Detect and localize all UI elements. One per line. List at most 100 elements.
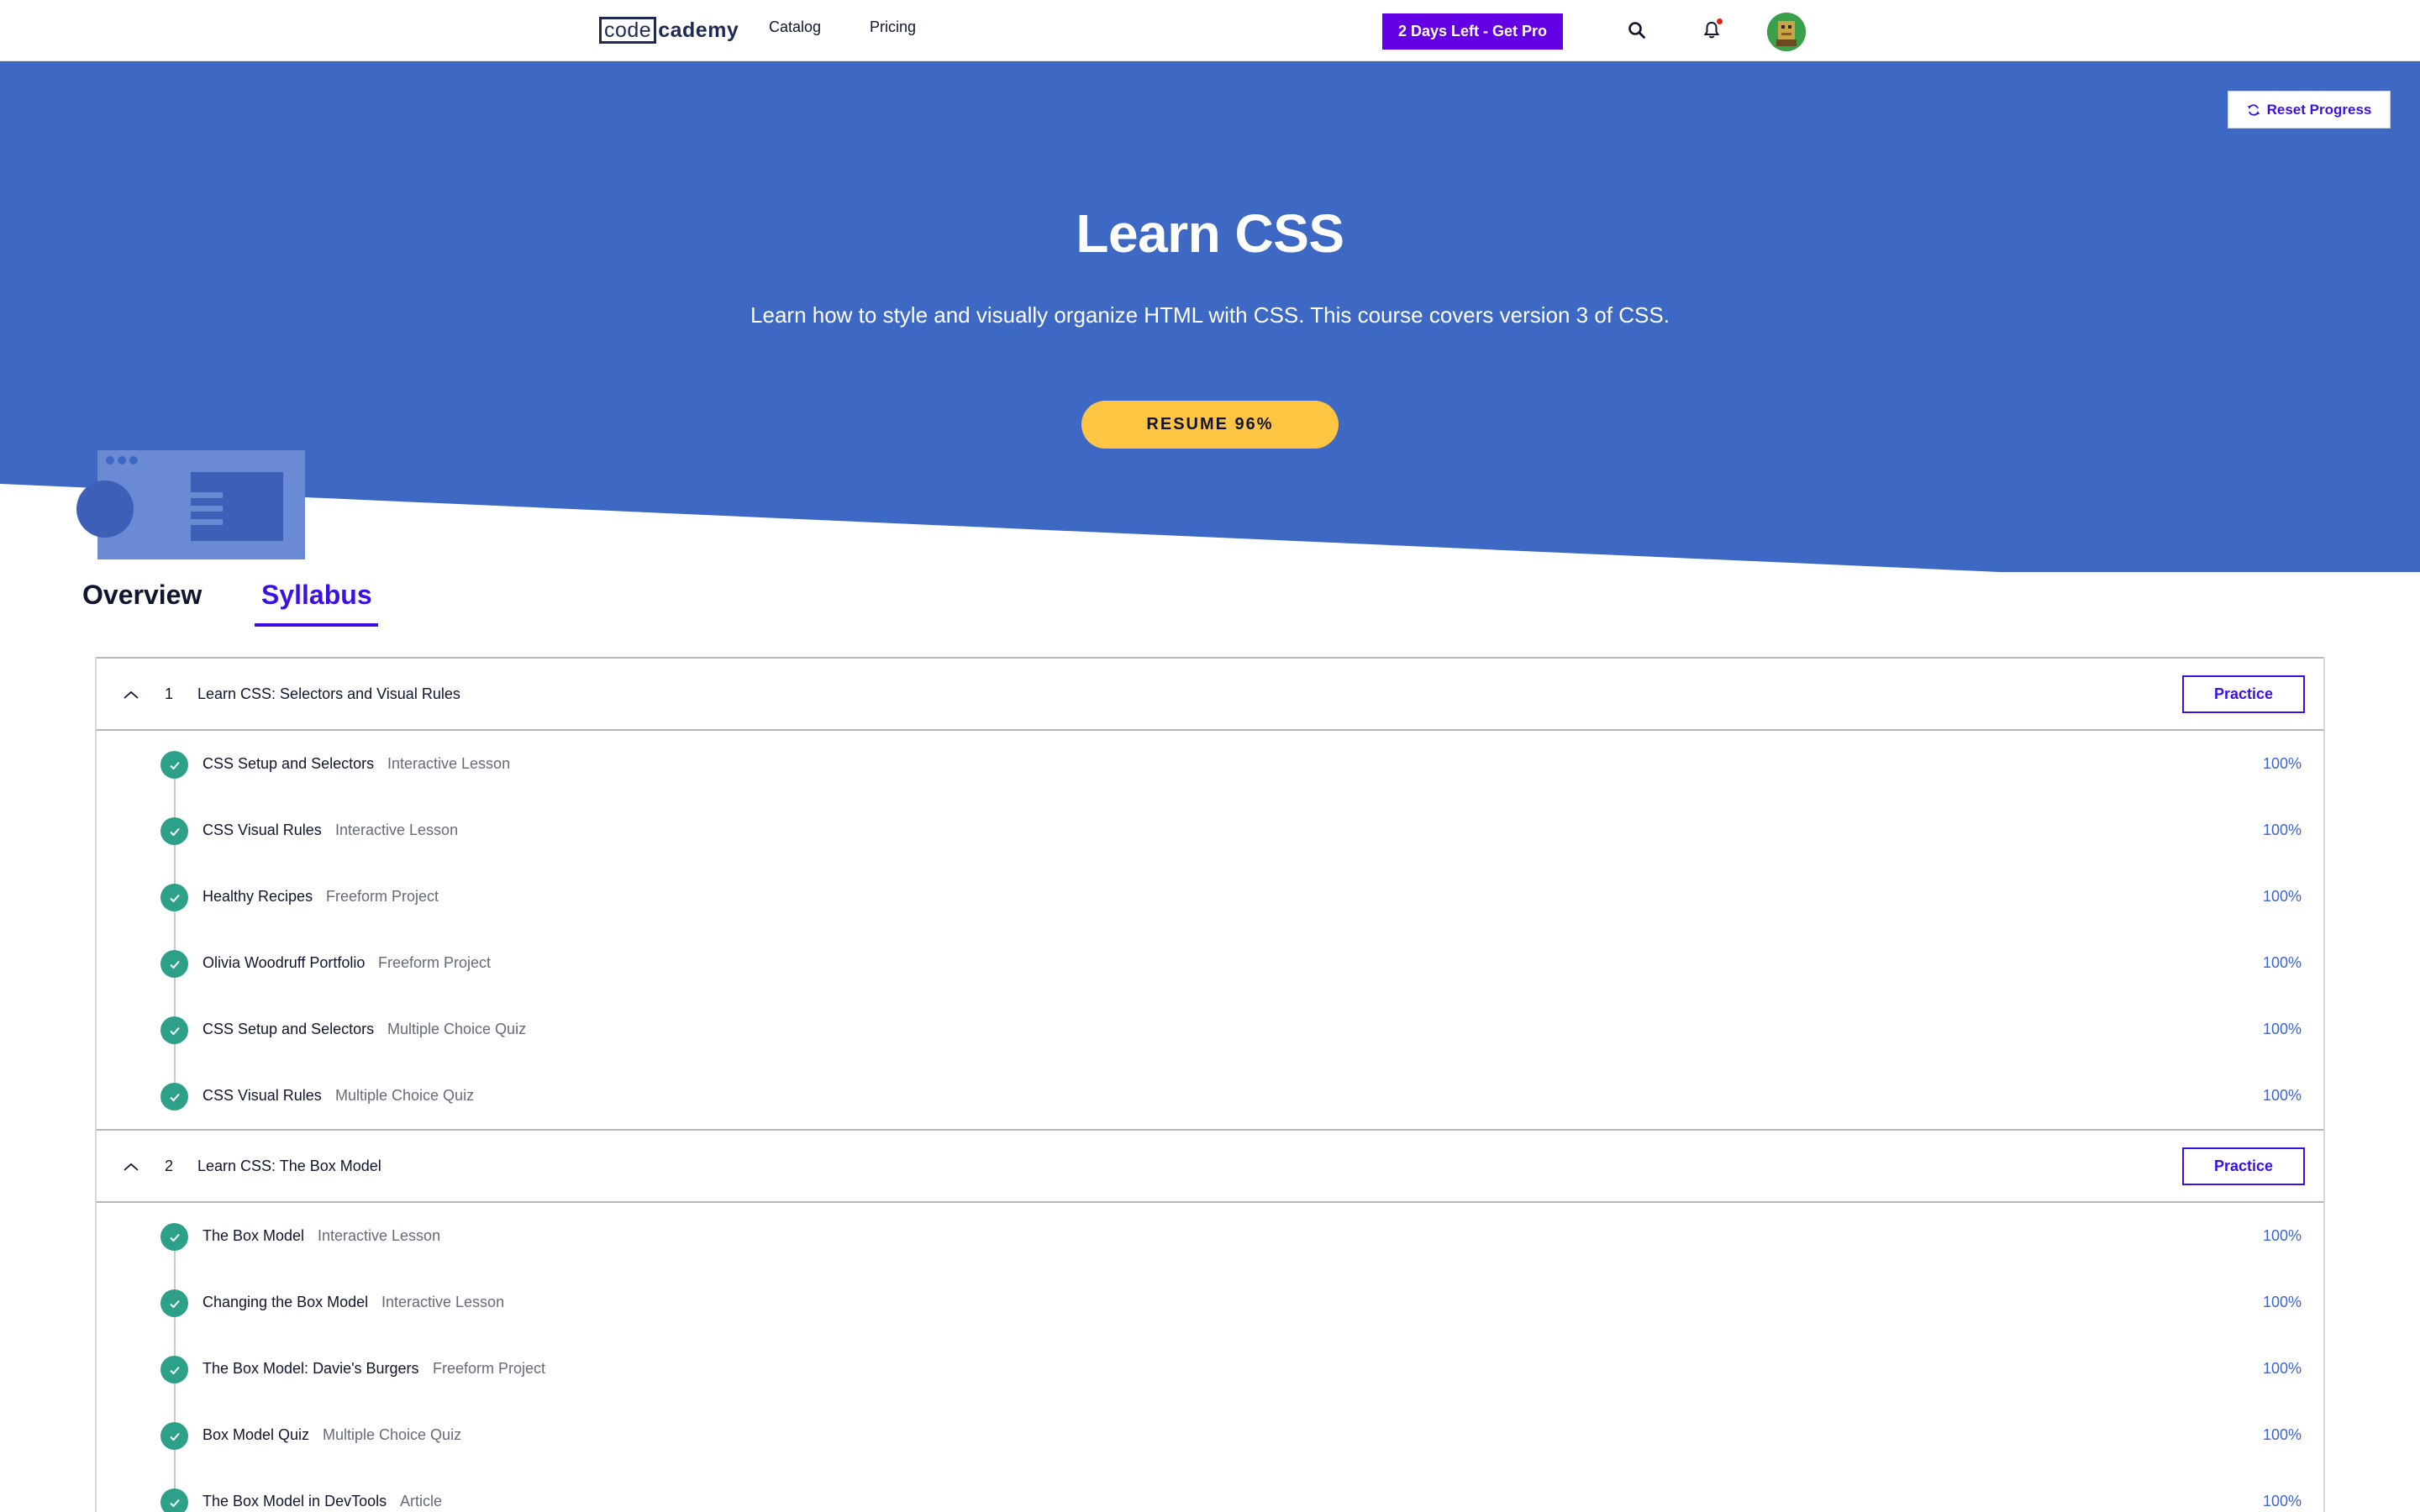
notification-dot [1717, 18, 1723, 24]
course-title: Learn CSS [1076, 203, 1344, 264]
item-type: Freeform Project [433, 1360, 546, 1377]
item-progress-percent: 100% [2262, 888, 2302, 905]
syllabus-item[interactable]: CSS Setup and Selectors 100% Multiple Choi… [97, 996, 2323, 1063]
chevron-up-icon [124, 690, 139, 699]
logo-code-text: code [599, 17, 657, 44]
collapse-module-button[interactable] [122, 1158, 140, 1176]
nav-link-catalog[interactable]: Catalog [769, 18, 821, 36]
checkmark-icon [169, 1366, 180, 1374]
nav-link-pricing[interactable]: Pricing [870, 18, 916, 36]
module-items: The Box Model 100% Interactive Lesson Chang… [97, 1203, 2323, 1512]
syllabus-item[interactable]: Olivia Woodruff Portfolio 100% Freeform Pr… [97, 930, 2323, 996]
item-type: Interactive Lesson [387, 755, 511, 772]
reset-progress-label: Reset Progress [2266, 101, 2372, 118]
module-title: Learn CSS: The Box Model [197, 1158, 381, 1174]
completed-check [160, 1083, 188, 1110]
item-progress-percent: 100% [2262, 1227, 2302, 1244]
module-items: CSS Setup and Selectors 100% Interactive L… [97, 731, 2323, 1129]
item-type: Interactive Lesson [381, 1294, 505, 1310]
syllabus-item[interactable]: The Box Model: Davie's Burgers 100% Freefo… [97, 1336, 2323, 1402]
item-title: Olivia Woodruff Portfolio [203, 954, 366, 971]
completed-check [160, 751, 188, 779]
module-number: 1 [165, 685, 174, 702]
checkmark-icon [169, 1026, 180, 1035]
tab-overview[interactable]: Overview [82, 580, 202, 611]
item-title: The Box Model in DevTools [203, 1493, 387, 1509]
checkmark-icon [169, 761, 180, 769]
syllabus-item[interactable]: CSS Setup and Selectors 100% Interactive L… [97, 731, 2323, 797]
syllabus-item[interactable]: The Box Model 100% Interactive Lesson [97, 1203, 2323, 1269]
syllabus-item[interactable]: Healthy Recipes 100% Freeform Project [97, 864, 2323, 930]
completed-check [160, 1356, 188, 1383]
item-title: CSS Visual Rules [203, 1087, 322, 1104]
checkmark-icon [169, 960, 180, 969]
syllabus-item[interactable]: CSS Visual Rules 100% Interactive Lesson [97, 797, 2323, 864]
logo-cademy-text: cademy [658, 18, 739, 42]
completed-check [160, 1422, 188, 1450]
syllabus-module: 1 Learn CSS: Selectors and Visual Rules Pr… [97, 657, 2323, 1129]
syllabus-list: 1 Learn CSS: Selectors and Visual Rules Pr… [95, 657, 2325, 1512]
completed-check [160, 950, 188, 978]
search-icon [1628, 22, 1645, 39]
syllabus-item[interactable]: CSS Visual Rules 100% Multiple Choice Quiz [97, 1063, 2323, 1129]
item-progress-percent: 100% [2262, 1493, 2302, 1509]
avatar-image [1767, 13, 1806, 51]
item-title: Box Model Quiz [203, 1426, 310, 1443]
syllabus-module: 2 Learn CSS: The Box Model Practice The Box… [97, 1129, 2323, 1512]
top-navbar: code cademy Catalog Pricing 2 Days Left … [0, 0, 2420, 61]
search-button[interactable] [1620, 13, 1654, 47]
checkmark-icon [169, 1093, 180, 1101]
item-title: CSS Visual Rules [203, 822, 322, 838]
item-progress-percent: 100% [2262, 1360, 2302, 1377]
refresh-icon [2247, 103, 2260, 116]
checkmark-icon [169, 1233, 180, 1242]
completed-check [160, 1289, 188, 1317]
syllabus-item[interactable]: Box Model Quiz 100% Multiple Choice Quiz [97, 1402, 2323, 1468]
tab-syllabus[interactable]: Syllabus [261, 580, 372, 611]
item-progress-percent: 100% [2262, 822, 2302, 838]
item-title: CSS Setup and Selectors [203, 755, 375, 772]
item-title: The Box Model: Davie's Burgers [203, 1360, 419, 1377]
checkmark-icon [169, 1299, 180, 1308]
item-title: The Box Model [203, 1227, 305, 1244]
codecademy-logo[interactable]: code cademy [599, 16, 739, 45]
course-hero: Learn CSS Learn how to style and visuall… [0, 61, 2420, 573]
checkmark-icon [169, 1432, 180, 1441]
collapse-module-button[interactable] [122, 685, 140, 704]
checkmark-icon [169, 894, 180, 902]
item-title: CSS Setup and Selectors [203, 1021, 375, 1037]
module-header[interactable]: 1 Learn CSS: Selectors and Visual Rules Pr… [97, 657, 2323, 731]
item-progress-percent: 100% [2262, 1087, 2302, 1104]
item-type: Multiple Choice Quiz [387, 1021, 527, 1037]
item-type: Interactive Lesson [318, 1227, 441, 1244]
notifications-button[interactable] [1695, 13, 1728, 47]
syllabus-item[interactable]: Changing the Box Model 100% Interactive Le… [97, 1269, 2323, 1336]
resume-course-button[interactable]: RESUME 96% [1081, 401, 1339, 449]
completed-check [160, 884, 188, 911]
item-type: Multiple Choice Quiz [335, 1087, 475, 1104]
item-type: Multiple Choice Quiz [323, 1426, 462, 1443]
practice-button[interactable]: Practice [2182, 1147, 2305, 1185]
browser-illustration [76, 450, 305, 559]
course-description: Learn how to style and visually organize… [750, 302, 1670, 328]
reset-progress-button[interactable]: Reset Progress [2228, 91, 2391, 129]
get-pro-button[interactable]: 2 Days Left - Get Pro [1382, 13, 1563, 50]
item-type: Freeform Project [326, 888, 439, 905]
practice-button[interactable]: Practice [2182, 675, 2305, 713]
syllabus-item[interactable]: The Box Model in DevTools 100% Article [97, 1468, 2323, 1512]
item-title: Changing the Box Model [203, 1294, 369, 1310]
completed-check [160, 1223, 188, 1251]
module-number: 2 [165, 1158, 174, 1174]
module-header[interactable]: 2 Learn CSS: The Box Model Practice [97, 1129, 2323, 1203]
active-tab-indicator [255, 623, 378, 627]
completed-check [160, 1488, 188, 1512]
item-progress-percent: 100% [2262, 755, 2302, 772]
checkmark-icon [169, 827, 180, 836]
checkmark-icon [169, 1499, 180, 1507]
completed-check [160, 1016, 188, 1044]
item-progress-percent: 100% [2262, 1021, 2302, 1037]
item-progress-percent: 100% [2262, 1294, 2302, 1310]
item-type: Freeform Project [378, 954, 492, 971]
avatar[interactable] [1767, 13, 1806, 51]
item-progress-percent: 100% [2262, 954, 2302, 971]
